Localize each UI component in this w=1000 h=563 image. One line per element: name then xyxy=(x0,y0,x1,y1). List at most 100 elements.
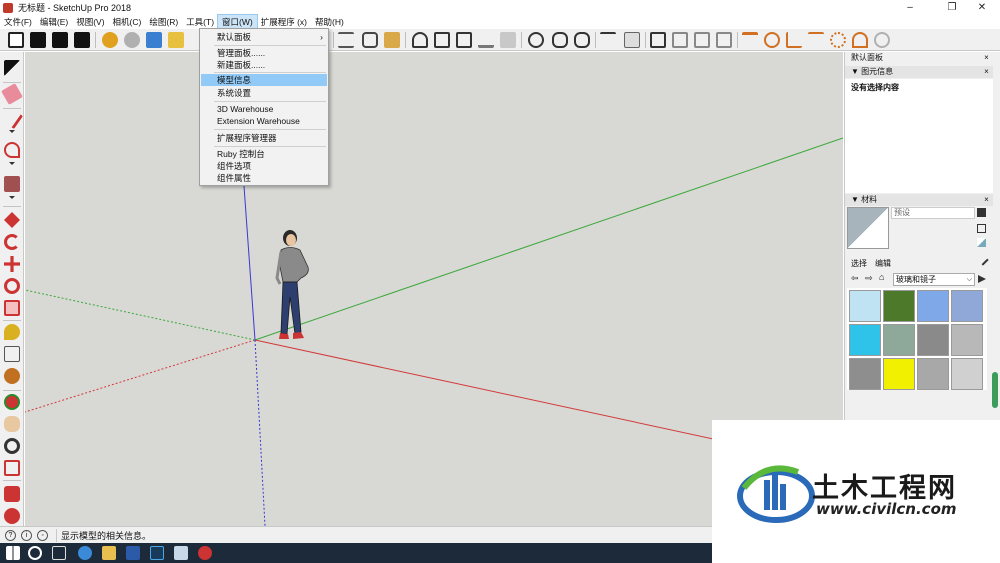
material-name-field[interactable]: 预设 xyxy=(891,207,975,219)
text-tool-icon[interactable] xyxy=(4,346,20,362)
message-icon[interactable] xyxy=(362,32,378,48)
material-swatch[interactable] xyxy=(951,324,983,356)
create-material-icon[interactable] xyxy=(977,224,986,233)
home-icon[interactable]: ⌂ xyxy=(879,272,884,282)
teapot-shaded-icon[interactable] xyxy=(574,32,590,48)
lock-icon[interactable] xyxy=(716,32,732,48)
environment-icon[interactable] xyxy=(52,32,68,48)
entity-info-close-icon[interactable]: × xyxy=(982,66,991,78)
menu-draw[interactable]: 绘图(R) xyxy=(145,15,182,29)
material-swatch[interactable] xyxy=(883,358,915,390)
right-view-icon[interactable] xyxy=(478,32,494,48)
model-icon[interactable] xyxy=(74,32,90,48)
paint-bucket-icon[interactable] xyxy=(4,368,20,384)
menu-item-extension-manager[interactable]: 扩展程序管理器 xyxy=(201,132,327,144)
stamp-icon[interactable] xyxy=(808,32,824,48)
scene-icon[interactable] xyxy=(672,32,688,48)
sync-icon[interactable] xyxy=(124,32,140,48)
cortana-icon[interactable] xyxy=(28,546,42,560)
sample-paint-icon[interactable] xyxy=(977,254,989,266)
section-plane-icon[interactable] xyxy=(600,32,616,48)
sandbox-icon[interactable] xyxy=(742,32,758,48)
geo-location-icon[interactable]: ? xyxy=(5,529,16,541)
front-view-icon[interactable] xyxy=(456,32,472,48)
layers-icon[interactable] xyxy=(338,32,354,48)
forward-arrow-icon[interactable]: ⇨ xyxy=(865,273,873,284)
checkbox-icon[interactable] xyxy=(30,32,46,48)
back-arrow-icon[interactable]: ⇦ xyxy=(851,273,859,284)
extension-icon[interactable] xyxy=(4,508,20,524)
default-material-icon[interactable] xyxy=(977,238,986,247)
menu-help[interactable]: 帮助(H) xyxy=(311,15,348,29)
minimize-button[interactable]: – xyxy=(892,0,928,15)
line-pencil-icon[interactable] xyxy=(0,106,24,130)
menu-item-new-tray[interactable]: 新建面板...... xyxy=(201,59,327,71)
material-swatch[interactable] xyxy=(917,358,949,390)
menu-camera[interactable]: 相机(C) xyxy=(109,15,146,29)
app-icon[interactable] xyxy=(174,546,188,560)
move-icon[interactable] xyxy=(4,256,20,272)
menu-item-extension-warehouse[interactable]: Extension Warehouse xyxy=(201,115,327,127)
teapot-icon[interactable] xyxy=(552,32,568,48)
tape-measure-icon[interactable] xyxy=(4,324,20,340)
materials-close-icon[interactable]: × xyxy=(982,194,991,206)
browser-icon[interactable] xyxy=(78,546,92,560)
windows-start-icon[interactable] xyxy=(6,546,20,560)
material-swatch[interactable] xyxy=(849,358,881,390)
iso-view-icon[interactable] xyxy=(412,32,428,48)
arc-icon[interactable] xyxy=(4,142,20,158)
menu-item-component-options[interactable]: 组件选项 xyxy=(201,160,327,172)
scrollbar-thumb[interactable] xyxy=(992,372,998,408)
tab-edit[interactable]: 编辑 xyxy=(875,258,891,269)
menu-window[interactable]: 窗口(W) xyxy=(217,14,258,30)
check-circle-icon[interactable] xyxy=(528,32,544,48)
follow-me-icon[interactable] xyxy=(4,234,20,250)
3d-warehouse-icon[interactable] xyxy=(146,32,162,48)
menu-item-default-tray[interactable]: 默认面板 › xyxy=(201,31,327,43)
menu-extensions[interactable]: 扩展程序 (x) xyxy=(257,15,311,29)
menu-item-preferences[interactable]: 系统设置 xyxy=(201,87,327,99)
photo-icon[interactable] xyxy=(384,32,400,48)
material-swatch[interactable] xyxy=(951,358,983,390)
push-pull-icon[interactable] xyxy=(4,212,20,228)
warehouse-icon[interactable] xyxy=(4,486,20,502)
sketchup-logo-icon[interactable] xyxy=(102,32,118,48)
word-icon[interactable] xyxy=(126,546,140,560)
sun-icon[interactable] xyxy=(830,32,846,48)
sketchup-taskbar-icon[interactable] xyxy=(198,546,212,560)
menu-view[interactable]: 视图(V) xyxy=(72,15,108,29)
photoshop-icon[interactable] xyxy=(150,546,164,560)
scale-icon[interactable] xyxy=(4,300,20,316)
pan-hand-icon[interactable] xyxy=(4,416,20,432)
menu-item-3d-warehouse[interactable]: 3D Warehouse xyxy=(201,103,327,115)
drape-icon[interactable] xyxy=(786,32,802,48)
rotate-icon[interactable] xyxy=(4,278,20,294)
material-swatch[interactable] xyxy=(883,290,915,322)
menu-item-component-attributes[interactable]: 组件属性 xyxy=(201,172,327,184)
task-view-icon[interactable] xyxy=(52,546,66,560)
file-explorer-icon[interactable] xyxy=(102,546,116,560)
menu-file[interactable]: 文件(F) xyxy=(0,15,36,29)
rectangle-icon[interactable] xyxy=(4,176,20,192)
eraser-icon[interactable] xyxy=(1,83,23,105)
close-button[interactable]: ✕ xyxy=(964,0,1000,15)
user-icon[interactable]: ◦ xyxy=(37,529,48,541)
entity-info-header[interactable]: ▼ 图元信息 × xyxy=(845,66,993,78)
material-swatch[interactable] xyxy=(917,290,949,322)
material-swatch[interactable] xyxy=(883,324,915,356)
orbit-icon[interactable] xyxy=(4,394,20,410)
instructor-icon[interactable] xyxy=(8,32,24,48)
tray-close-icon[interactable]: × xyxy=(982,52,991,64)
section-display-icon[interactable] xyxy=(624,32,640,48)
fog-icon[interactable] xyxy=(852,32,868,48)
menu-tools[interactable]: 工具(T) xyxy=(182,15,218,29)
menu-item-model-info[interactable]: 模型信息 xyxy=(201,74,327,86)
tab-select[interactable]: 选择 xyxy=(851,258,867,269)
shadow-icon[interactable] xyxy=(874,32,890,48)
photo-frame-icon[interactable] xyxy=(694,32,710,48)
material-swatch[interactable] xyxy=(951,290,983,322)
material-swatch[interactable] xyxy=(849,290,881,322)
extension-warehouse-icon[interactable] xyxy=(168,32,184,48)
menu-edit[interactable]: 编辑(E) xyxy=(36,15,72,29)
menu-item-ruby-console[interactable]: Ruby 控制台 xyxy=(201,148,327,160)
